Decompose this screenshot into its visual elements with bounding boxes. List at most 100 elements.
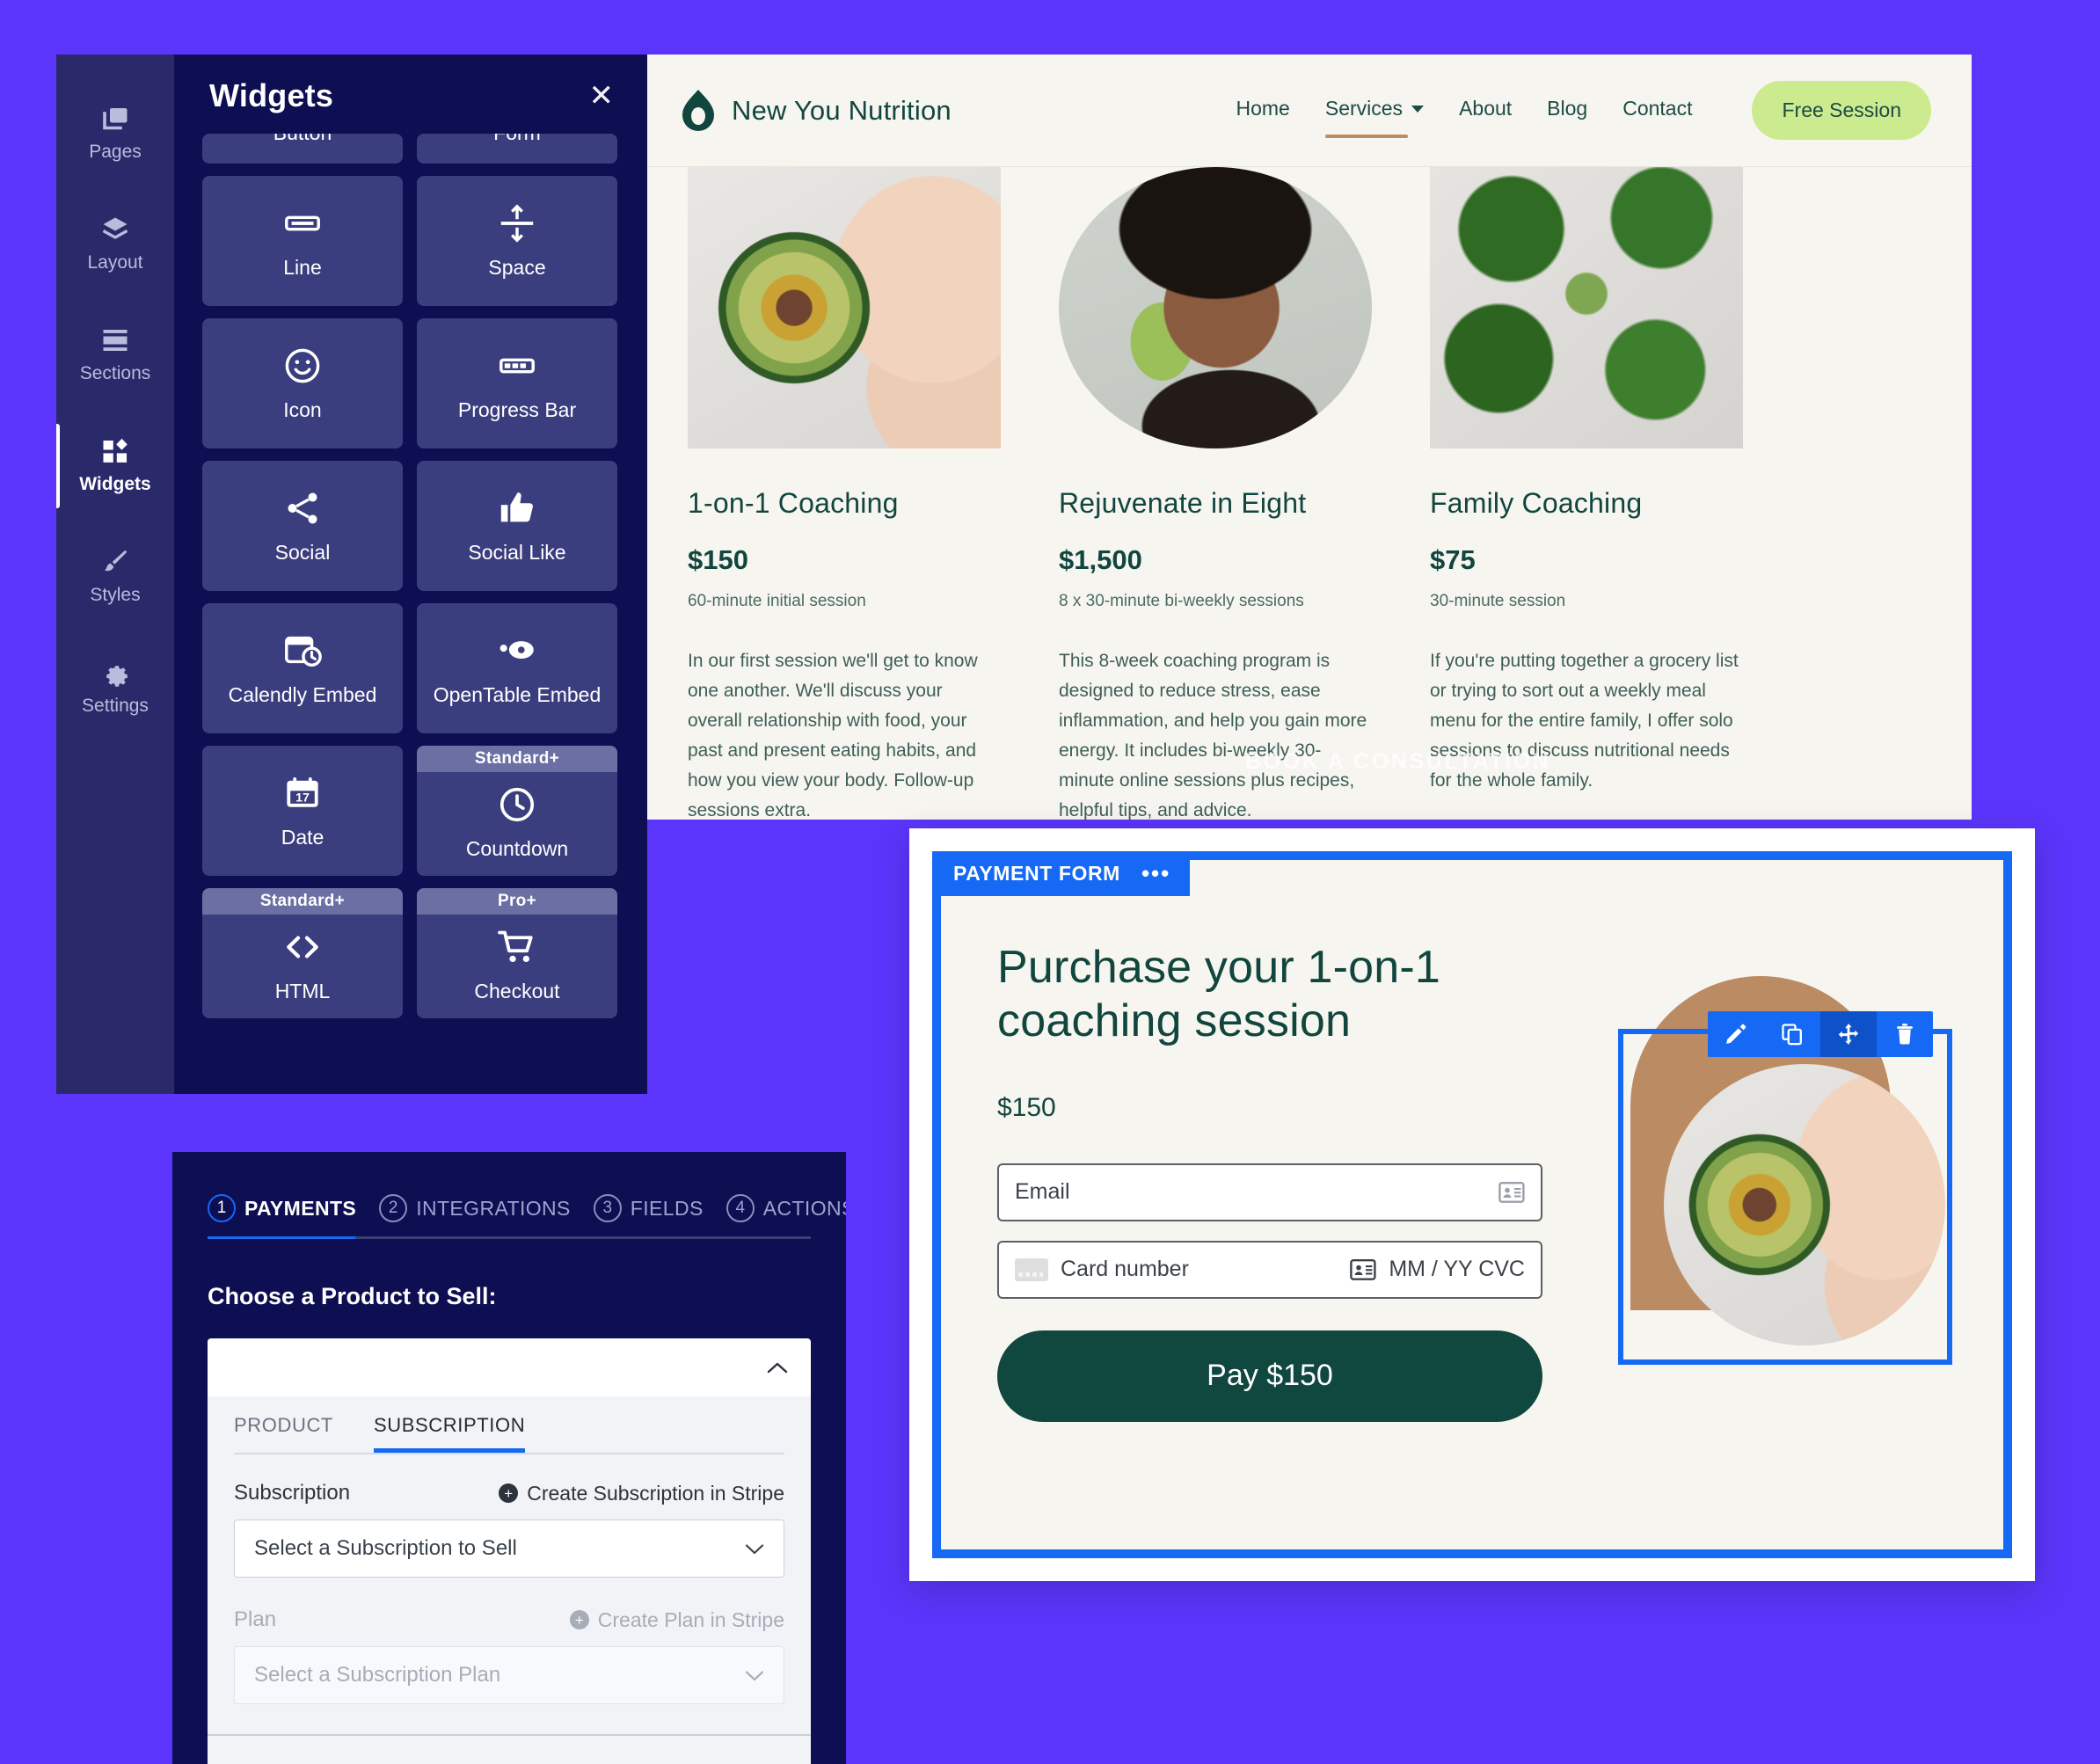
nav-label: About	[1459, 97, 1513, 120]
card-number-placeholder: Card number	[1061, 1257, 1189, 1282]
subscription-select[interactable]: Select a Subscription to Sell	[234, 1520, 784, 1578]
plus-icon: +	[499, 1483, 519, 1503]
service-description: This 8-week coaching program is designed…	[1059, 651, 1367, 820]
move-icon[interactable]	[1820, 1011, 1877, 1057]
widget-label: Calendly Embed	[228, 682, 377, 706]
plan-badge: Standard+	[417, 746, 617, 772]
payment-form-content: Purchase your 1-on-1 coaching session $1…	[941, 941, 1592, 1549]
widgets-panel: Widgets ✕ Button Form Line Space	[174, 55, 647, 1094]
nav-label: Blog	[1547, 97, 1588, 120]
sidebar-item-label: Styles	[90, 585, 141, 605]
nav-link-blog[interactable]: Blog	[1547, 97, 1587, 124]
widget-card-checkout[interactable]: Pro+ Checkout	[417, 888, 617, 1018]
contact-card-icon[interactable]	[1498, 1181, 1525, 1204]
tab-product[interactable]: PRODUCT	[234, 1414, 333, 1453]
email-field[interactable]: Email	[997, 1163, 1542, 1221]
widget-card-icon[interactable]: Icon	[202, 318, 403, 448]
widget-card-opentable-embed[interactable]: OpenTable Embed	[417, 603, 617, 733]
widget-card-countdown[interactable]: Standard+ Countdown	[417, 746, 617, 876]
sidebar-item-label: Layout	[87, 252, 143, 273]
sidebar-item-styles[interactable]: Styles	[56, 521, 174, 631]
payment-form-price: $150	[997, 1092, 1056, 1122]
trash-icon[interactable]	[1877, 1011, 1933, 1057]
clock-icon	[497, 784, 537, 825]
widget-card-line[interactable]: Line	[202, 176, 403, 306]
nav-link-services[interactable]: Services	[1324, 97, 1425, 138]
plan-select[interactable]: Select a Subscription Plan	[234, 1646, 784, 1704]
widget-label: Date	[281, 825, 324, 849]
widget-label: Button	[273, 134, 332, 145]
brand-name: New You Nutrition	[732, 94, 952, 126]
widget-card-date[interactable]: 17 Date	[202, 746, 403, 876]
widget-card-form[interactable]: Form	[417, 134, 617, 164]
create-subscription-in-stripe-link[interactable]: + Create Subscription in Stripe	[499, 1482, 784, 1505]
sidebar-item-sections[interactable]: Sections	[56, 299, 174, 410]
widget-card-social[interactable]: Social	[202, 461, 403, 591]
smiley-icon	[282, 346, 323, 386]
widget-card-space[interactable]: Space	[417, 176, 617, 306]
payment-form-tag: PAYMENT FORM •••	[932, 851, 1191, 896]
expiry-cvc-placeholder[interactable]: MM / YY CVC	[1389, 1257, 1525, 1282]
space-icon	[497, 203, 537, 244]
tab-fields[interactable]: 3 FIELDS	[593, 1194, 704, 1222]
widget-label: Form	[493, 134, 541, 145]
sidebar-item-widgets[interactable]: Widgets	[56, 410, 174, 521]
widget-card-progress-bar[interactable]: Progress Bar	[417, 318, 617, 448]
tab-actions[interactable]: 4 ACTIONS	[726, 1194, 846, 1222]
service-price: $150	[688, 544, 748, 575]
payment-settings-panel: 1 PAYMENTS 2 INTEGRATIONS 3 FIELDS 4 ACT…	[172, 1152, 846, 1764]
free-session-button[interactable]: Free Session	[1752, 81, 1931, 140]
chevron-up-icon	[767, 1361, 788, 1374]
widget-card-social-like[interactable]: Social Like	[417, 461, 617, 591]
payment-form-selection-frame: PAYMENT FORM ••• Purchase your 1-on-1 co…	[932, 851, 2012, 1558]
product-dropdown-body: PRODUCT SUBSCRIPTION Subscription + Crea…	[208, 1396, 811, 1764]
gear-icon	[99, 657, 131, 689]
sidebar-item-settings[interactable]: Settings	[56, 631, 174, 742]
tab-integrations[interactable]: 2 INTEGRATIONS	[379, 1194, 571, 1222]
site-logo[interactable]: New You Nutrition	[679, 88, 952, 134]
widget-label: Countdown	[465, 836, 569, 860]
layers-icon	[99, 214, 131, 245]
card-number-field[interactable]: Card number MM / YY CVC	[997, 1240, 1542, 1299]
duplicate-icon[interactable]	[1764, 1011, 1820, 1057]
widget-label: Space	[488, 255, 546, 279]
step-number: 4	[726, 1194, 755, 1222]
product-dropdown-toggle[interactable]	[208, 1338, 811, 1396]
pay-button[interactable]: Pay $150	[997, 1330, 1542, 1422]
tab-payments[interactable]: 1 PAYMENTS	[208, 1194, 356, 1222]
service-title: 1-on-1 Coaching	[688, 487, 899, 519]
page-title: Widgets	[209, 77, 334, 113]
progress-bar-icon	[497, 346, 537, 386]
more-options-icon[interactable]: •••	[1141, 862, 1170, 885]
wizard-steps: 1 PAYMENTS 2 INTEGRATIONS 3 FIELDS 4 ACT…	[172, 1152, 846, 1222]
pencil-icon[interactable]	[1708, 1011, 1764, 1057]
service-title: Family Coaching	[1430, 487, 1643, 519]
credit-card-icon	[1015, 1257, 1048, 1281]
widgets-icon	[99, 435, 131, 467]
plan-label: Plan	[234, 1607, 277, 1631]
service-subtitle: 30-minute session	[1430, 592, 1566, 610]
widget-card-html[interactable]: Standard+ HTML	[202, 888, 403, 1018]
tab-subscription[interactable]: SUBSCRIPTION	[373, 1414, 526, 1453]
widget-label: Line	[283, 255, 322, 279]
payment-form-tag-label: PAYMENT FORM	[953, 862, 1120, 885]
create-plan-in-stripe-link[interactable]: + Create Plan in Stripe	[569, 1608, 784, 1632]
sidebar-item-label: Widgets	[79, 474, 151, 494]
step-label: ACTIONS	[762, 1196, 846, 1220]
nav-link-home[interactable]: Home	[1236, 97, 1290, 124]
service-subtitle: 60-minute initial session	[688, 592, 866, 610]
widget-card-button[interactable]: Button	[202, 134, 403, 164]
plan-section: Plan + Create Plan in Stripe Select a Su…	[234, 1607, 784, 1704]
sidebar-item-layout[interactable]: Layout	[56, 188, 174, 299]
nav-link-contact[interactable]: Contact	[1622, 97, 1692, 124]
sidebar-item-pages[interactable]: Pages	[56, 77, 174, 188]
svg-text:17: 17	[295, 791, 310, 805]
contact-card-icon[interactable]	[1350, 1258, 1376, 1281]
close-icon[interactable]: ✕	[589, 81, 615, 111]
chevron-down-icon	[745, 1543, 764, 1555]
nav-link-about[interactable]: About	[1459, 97, 1512, 124]
widget-label: Social	[274, 540, 331, 564]
widget-label: Icon	[283, 397, 322, 421]
widget-card-calendly-embed[interactable]: Calendly Embed	[202, 603, 403, 733]
chevron-down-icon	[1411, 105, 1425, 113]
